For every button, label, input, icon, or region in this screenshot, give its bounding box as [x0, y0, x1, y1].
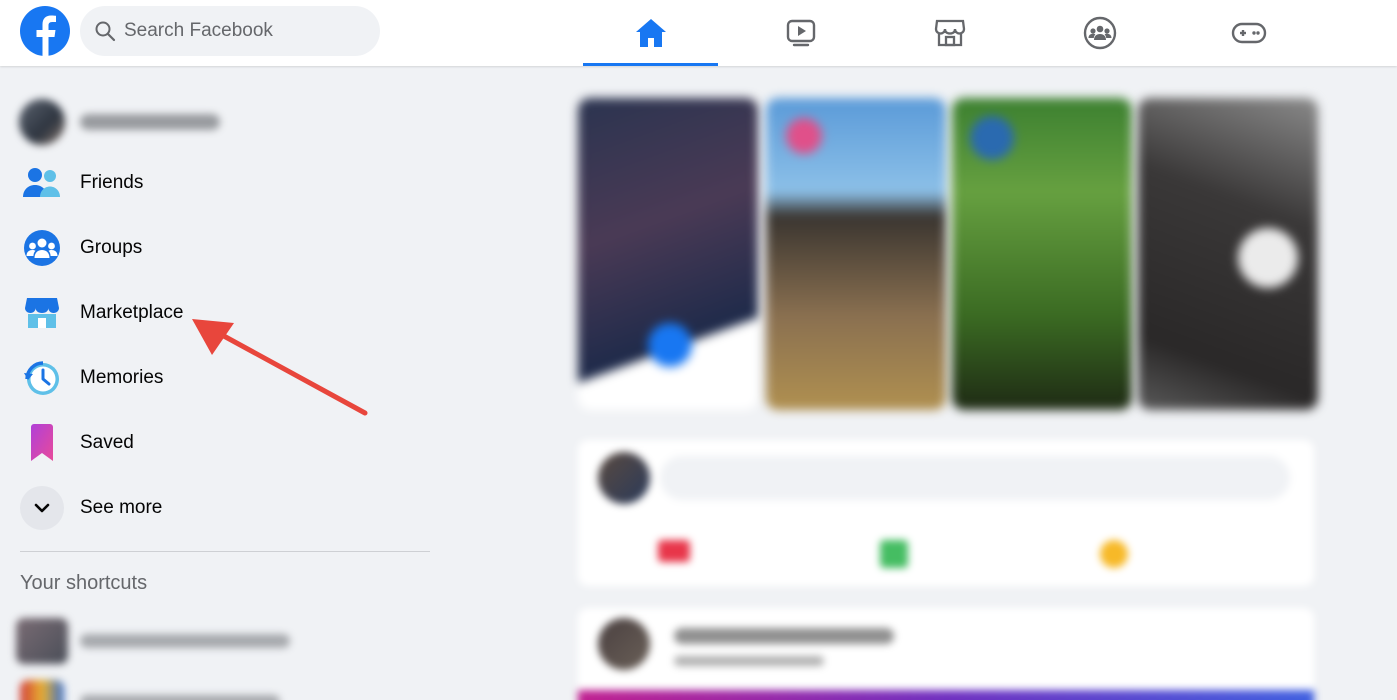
sidebar-item-label: See more	[80, 497, 163, 518]
top-navigation-bar	[0, 0, 1397, 66]
story-card[interactable]	[766, 98, 946, 410]
search-icon	[95, 21, 116, 42]
sidebar-item-label: Saved	[80, 432, 134, 453]
sidebar-item-label: Memories	[80, 367, 164, 388]
marketplace-icon	[934, 19, 965, 47]
sidebar-item-friends[interactable]: Friends	[16, 153, 436, 213]
tab-gaming[interactable]	[1181, 0, 1316, 66]
sidebar-item-see-more[interactable]: See more	[16, 478, 436, 538]
gaming-controller-icon	[1231, 22, 1266, 44]
friends-icon	[23, 168, 60, 197]
search-input[interactable]	[124, 20, 354, 42]
home-icon	[635, 19, 666, 47]
sidebar-item-label: Friends	[80, 172, 144, 193]
annotation-arrow	[192, 319, 368, 416]
sidebar-item-label: Groups	[80, 237, 143, 258]
story-card[interactable]	[578, 98, 758, 410]
groups-icon	[1083, 16, 1116, 50]
shortcut-name-blurred	[80, 634, 290, 648]
story-card[interactable]	[1138, 98, 1318, 410]
sidebar-item-label: Marketplace	[80, 302, 184, 323]
tab-marketplace[interactable]	[882, 0, 1017, 66]
marketplace-icon	[25, 298, 59, 328]
video-icon	[786, 19, 815, 47]
saved-bookmark-icon	[31, 424, 53, 461]
tab-home[interactable]	[583, 0, 718, 66]
search-box[interactable]	[80, 6, 380, 56]
sidebar-profile[interactable]	[16, 92, 436, 152]
feed-post[interactable]	[578, 608, 1314, 700]
sidebar-divider	[20, 551, 430, 552]
sidebar-item-saved[interactable]: Saved	[16, 413, 436, 473]
facebook-logo-icon[interactable]	[20, 6, 70, 56]
memories-clock-icon	[24, 361, 59, 395]
shortcut-item[interactable]	[16, 672, 436, 700]
shortcuts-heading: Your shortcuts	[20, 572, 148, 594]
story-card[interactable]	[952, 98, 1132, 410]
shortcut-name-blurred	[80, 695, 280, 700]
chevron-down-icon	[34, 503, 50, 513]
groups-icon	[24, 230, 60, 266]
see-more-circle	[20, 486, 64, 530]
profile-avatar	[16, 96, 68, 148]
tab-watch[interactable]	[733, 0, 868, 66]
sidebar-item-groups[interactable]: Groups	[16, 218, 436, 278]
shortcut-item[interactable]	[16, 611, 436, 671]
profile-name-blurred	[80, 114, 220, 130]
create-post-composer[interactable]	[578, 440, 1314, 586]
tab-groups[interactable]	[1032, 0, 1167, 66]
